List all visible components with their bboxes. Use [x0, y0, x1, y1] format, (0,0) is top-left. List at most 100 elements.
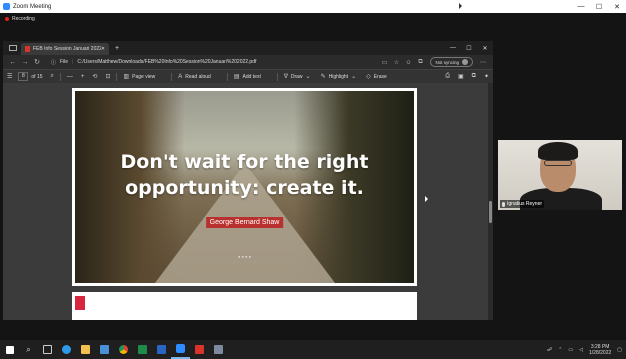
zoom-window-title: Zoom Meeting	[13, 3, 52, 10]
start-button[interactable]	[0, 340, 19, 359]
search-icon: ⌕	[26, 344, 31, 354]
taskbar-store[interactable]	[95, 340, 114, 359]
network-icon[interactable]: ▭	[568, 347, 573, 353]
pdf-icon	[25, 46, 30, 52]
tab-close-icon[interactable]: ✕	[101, 46, 105, 52]
participant-name-tag: Ignatius Reyner	[500, 200, 545, 208]
participant-hair	[538, 142, 578, 160]
favorite-icon[interactable]: ☆	[390, 59, 402, 66]
rotate-icon[interactable]: ⟲	[92, 73, 97, 80]
zoom-out-button[interactable]: —	[67, 74, 73, 80]
chrome-icon	[119, 345, 128, 354]
page-accent-bar	[75, 296, 85, 310]
mouse-cursor-icon	[459, 3, 462, 9]
add-text-button[interactable]: ▤ Add text	[234, 73, 261, 81]
zoom-in-button[interactable]: +	[81, 74, 85, 80]
taskbar-photos[interactable]	[209, 340, 228, 359]
browser-close-button[interactable]: ✕	[477, 45, 493, 52]
windows-logo-icon	[5, 345, 14, 354]
favorites-list-icon[interactable]: ✩	[402, 59, 414, 66]
sync-button[interactable]: Not syncing	[430, 57, 473, 67]
file-label: File	[60, 59, 69, 65]
taskbar-acrobat[interactable]	[190, 340, 209, 359]
shared-browser-window: FEB Info Session Januari 2022.pdf ✕ + — …	[3, 41, 493, 320]
divider	[276, 72, 278, 81]
tab-title: FEB Info Session Januari 2022.pdf	[33, 46, 101, 52]
tab-actions-icon[interactable]	[9, 45, 17, 51]
taskbar-edge[interactable]	[57, 340, 76, 359]
highlight-button[interactable]: ✎ Highlight ⌄	[321, 73, 357, 81]
close-button[interactable]: ✕	[608, 3, 626, 11]
chevron-up-icon[interactable]: ⌃	[558, 347, 562, 353]
chevron-down-icon[interactable]: ⌄	[351, 73, 356, 80]
photos-icon	[214, 345, 223, 354]
collections-icon[interactable]: ⧉	[414, 59, 426, 66]
acrobat-icon	[195, 345, 204, 354]
read-mode-icon[interactable]: ▭	[378, 59, 390, 66]
page-number-input[interactable]: 8	[18, 72, 29, 81]
contents-icon[interactable]: ☰	[7, 73, 12, 80]
zoom-logo-icon	[3, 3, 10, 10]
participant-video-tile[interactable]: Ignatius Reyner	[498, 140, 622, 210]
find-icon[interactable]: ⌕	[51, 73, 54, 80]
address-input[interactable]: C:/Users/Matthew/Downloads/FEB%20Info%20…	[77, 59, 378, 65]
microphone-icon	[502, 201, 505, 207]
new-tab-button[interactable]: +	[115, 45, 119, 52]
print-icon[interactable]: ⎙	[445, 73, 450, 80]
quote-line-2: opportunity: create it.	[125, 177, 364, 199]
taskbar-word[interactable]	[152, 340, 171, 359]
browser-maximize-button[interactable]: ☐	[461, 45, 477, 52]
draw-label: Draw	[290, 73, 303, 80]
back-icon[interactable]: ←	[7, 59, 19, 66]
minimize-button[interactable]: —	[572, 3, 590, 11]
browser-tab-pdf[interactable]: FEB Info Session Januari 2022.pdf ✕	[21, 43, 109, 55]
volume-icon[interactable]: ◁	[579, 347, 583, 353]
participant-name: Ignatius Reyner	[507, 201, 543, 207]
address-bar-row: ← → ↻ ⓘ File | C:/Users/Matthew/Download…	[3, 55, 493, 69]
page-view-button[interactable]: ▥ Page view	[123, 73, 155, 81]
pdf-viewport[interactable]: Don't wait for the right opportunity: cr…	[3, 83, 488, 320]
recording-indicator[interactable]: Recording	[5, 16, 35, 22]
file-info-icon[interactable]: ⓘ	[51, 59, 56, 66]
highlight-label: Highlight	[328, 73, 349, 80]
taskbar-excel[interactable]	[133, 340, 152, 359]
word-icon	[157, 345, 166, 354]
erase-button[interactable]: ◇ Erase	[366, 73, 387, 81]
taskbar-file-explorer[interactable]	[76, 340, 95, 359]
zoom-icon	[176, 344, 185, 353]
refresh-icon[interactable]: ↻	[31, 58, 43, 66]
divider	[116, 72, 118, 81]
recording-dot-icon	[5, 17, 9, 21]
sync-label: Not syncing	[435, 59, 459, 65]
system-tray: ☍ ⌃ ▭ ◁ 3:28 PM 1/28/2022 ▢	[547, 344, 626, 356]
page-total: of 15	[31, 73, 43, 80]
fit-page-icon[interactable]: ⊡	[105, 73, 110, 80]
more-menu-icon[interactable]: ⋯	[477, 59, 489, 66]
search-button[interactable]: ⌕	[19, 340, 38, 359]
pin-icon[interactable]: ✦	[484, 73, 489, 80]
taskbar-chrome[interactable]	[114, 340, 133, 359]
divider	[171, 72, 173, 81]
chevron-down-icon[interactable]: ⌄	[306, 73, 311, 80]
read-aloud-button[interactable]: A Read aloud	[178, 74, 211, 80]
scrollbar-thumb[interactable]	[489, 201, 492, 223]
browser-minimize-button[interactable]: —	[445, 45, 461, 52]
read-aloud-icon: A	[178, 73, 183, 80]
notifications-icon[interactable]: ▢	[617, 347, 622, 353]
profile-avatar	[462, 59, 468, 65]
slide-dots: ● ● ● ●	[238, 254, 251, 259]
clock-time: 3:28 PM	[590, 343, 610, 350]
save-as-icon[interactable]: ⧉	[472, 73, 476, 80]
clock[interactable]: 3:28 PM 1/28/2022	[589, 344, 611, 356]
maximize-button[interactable]: ☐	[590, 3, 608, 11]
taskbar-zoom[interactable]	[171, 340, 190, 359]
divider	[226, 72, 228, 81]
forward-icon[interactable]: →	[19, 59, 31, 66]
draw-button[interactable]: ∇ Draw ⌄	[284, 73, 311, 81]
pdf-scrollbar[interactable]	[488, 83, 493, 320]
slide-quote: Don't wait for the right opportunity: cr…	[75, 149, 414, 201]
pdf-page-current: Don't wait for the right opportunity: cr…	[72, 88, 417, 286]
people-icon[interactable]: ☍	[547, 347, 552, 353]
save-icon[interactable]: ▣	[458, 73, 464, 80]
task-view-button[interactable]	[38, 340, 57, 359]
